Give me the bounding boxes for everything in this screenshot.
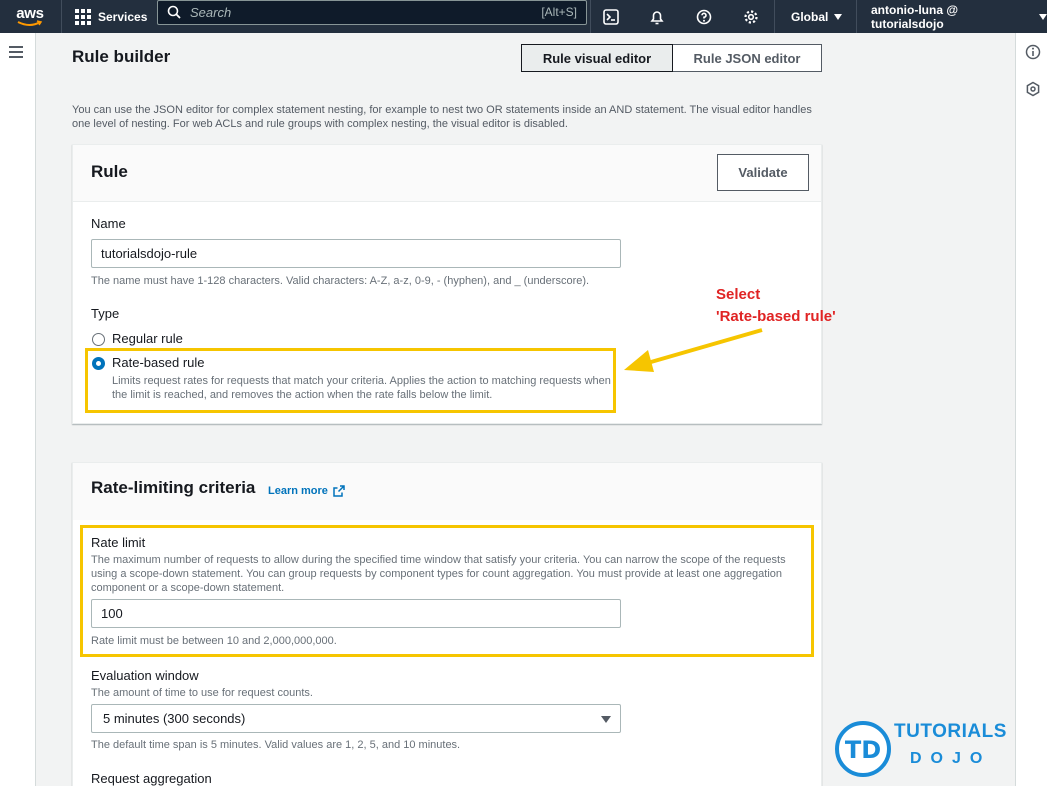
rule-panel-title: Rule <box>91 162 128 181</box>
type-label: Type <box>91 306 120 321</box>
panel-header <box>73 145 821 202</box>
divider <box>61 0 62 33</box>
account-label: antonio-luna @ tutorialsdojo <box>871 2 959 31</box>
aws-logo[interactable]: aws <box>14 0 46 33</box>
regular-rule-label: Regular rule <box>112 331 183 346</box>
name-label: Name <box>91 216 126 231</box>
rate-limit-highlight <box>80 525 814 657</box>
info-icon[interactable] <box>1025 44 1041 60</box>
validate-button[interactable]: Validate <box>717 154 809 191</box>
rate-based-rule-highlight <box>85 348 616 413</box>
divider <box>590 0 591 33</box>
evaluation-window-label: Evaluation window <box>91 668 199 683</box>
divider <box>856 0 857 33</box>
request-aggregation-label: Request aggregation <box>91 771 212 786</box>
top-navigation-bar: aws Services Search [Alt+S] Global anton… <box>0 0 1047 33</box>
menu-icon[interactable] <box>9 46 23 61</box>
page-title: Rule builder <box>72 47 171 66</box>
hexagon-icon[interactable] <box>1025 81 1041 97</box>
evaluation-window-description: The amount of time to use for request co… <box>91 687 313 699</box>
evaluation-window-select[interactable]: 5 minutes (300 seconds) <box>91 704 621 733</box>
services-menu-button[interactable]: Services <box>75 0 147 33</box>
editor-description: You can use the JSON editor for complex … <box>72 104 812 130</box>
region-selector[interactable]: Global <box>791 0 843 33</box>
gear-icon[interactable] <box>736 0 766 33</box>
rate-limiting-title: Rate-limiting criteria <box>91 478 256 497</box>
watermark-line-1: TUTORIALS <box>894 721 1007 742</box>
external-link-icon <box>333 485 345 497</box>
watermark-badge-text: TD <box>845 736 881 764</box>
search-placeholder: Search <box>190 5 232 20</box>
right-rail <box>1015 33 1047 786</box>
watermark-line-2: DOJO <box>910 750 992 767</box>
learn-more-label: Learn more <box>268 485 328 497</box>
rule-name-input[interactable]: tutorialsdojo-rule <box>91 239 621 268</box>
caret-down-icon <box>834 13 843 20</box>
aws-logo-text: aws <box>16 4 44 22</box>
search-icon <box>167 5 181 19</box>
grid-icon <box>75 8 91 25</box>
caret-down-icon <box>601 716 611 723</box>
annotation-arrow-icon <box>624 328 763 372</box>
tab-rule-json-editor[interactable]: Rule JSON editor <box>673 44 822 72</box>
evaluation-window-value: 5 minutes (300 seconds) <box>103 711 246 726</box>
aws-smile-icon <box>17 19 43 26</box>
tab-rule-visual-editor[interactable]: Rule visual editor <box>521 44 673 72</box>
evaluation-window-hint: The default time span is 5 minutes. Vali… <box>91 739 461 751</box>
name-hint: The name must have 1-128 characters. Val… <box>91 275 590 287</box>
account-menu[interactable]: antonio-luna @ tutorialsdojo <box>871 0 1047 33</box>
region-label: Global <box>791 9 829 24</box>
divider <box>774 0 775 33</box>
search-bar[interactable]: Search [Alt+S] <box>157 0 587 33</box>
bell-icon[interactable] <box>642 0 672 33</box>
help-icon[interactable] <box>689 0 719 33</box>
tutorials-dojo-badge-icon: TD <box>835 721 891 777</box>
left-rail <box>0 33 36 786</box>
editor-toggle: Rule visual editor Rule JSON editor <box>521 44 822 72</box>
learn-more-link[interactable]: Learn more <box>268 485 345 497</box>
caret-down-icon <box>1039 13 1047 20</box>
services-label: Services <box>98 9 148 24</box>
regular-rule-radio[interactable] <box>92 333 105 346</box>
cloudshell-icon[interactable] <box>596 0 626 33</box>
annotation-line-1: Select <box>716 286 761 303</box>
search-shortcut: [Alt+S] <box>541 5 577 19</box>
